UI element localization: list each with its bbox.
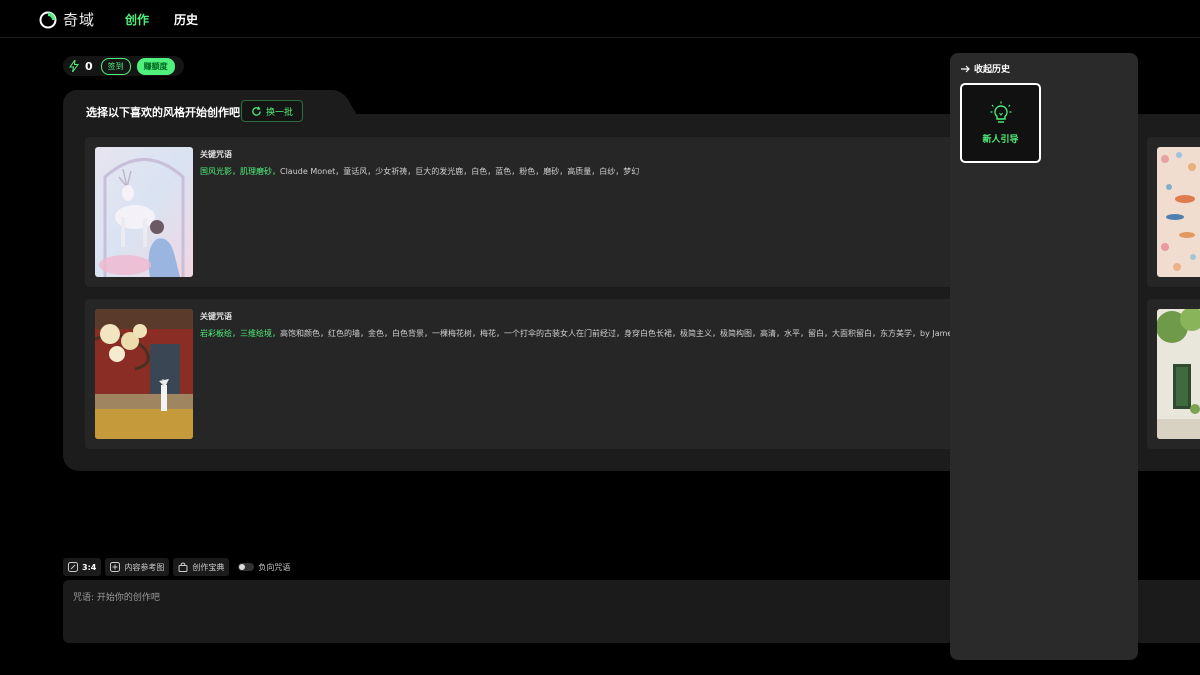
style-card[interactable]: 关键咒语 岩彩板绘，三维绘境，高饱和颜色，红色的墙，金色，白色背景，一棵梅花树，… xyxy=(85,299,983,449)
lightbulb-icon xyxy=(990,101,1011,123)
style-thumbnail-fish xyxy=(1157,147,1200,277)
negative-prompt-label: 负向咒语 xyxy=(258,562,291,572)
style-panel-title: 选择以下喜欢的风格开始创作吧 xyxy=(86,106,240,119)
checkin-button[interactable]: 签到 xyxy=(100,57,131,75)
creation-guide-label: 创作宝典 xyxy=(192,562,225,572)
collapse-history-label: 收起历史 xyxy=(974,65,1011,75)
ratio-label: 3:4 xyxy=(82,562,97,572)
newbie-guide-label: 新人引导 xyxy=(982,135,1019,145)
reference-image-button[interactable]: 内容参考图 xyxy=(105,558,170,576)
style-card-peek[interactable] xyxy=(1147,299,1200,449)
credit-count: 0 xyxy=(85,59,93,73)
add-icon xyxy=(110,562,121,572)
refresh-label: 换一批 xyxy=(265,107,293,118)
card-label: 关键咒语 xyxy=(200,312,232,321)
top-bar: 奇域 创作 历史 xyxy=(0,0,1200,38)
style-card[interactable]: 关键咒语 国风光影，肌理磨砂，Claude Monet，童话风，少女祈祷，巨大的… xyxy=(85,137,955,287)
card-label: 关键咒语 xyxy=(200,150,232,159)
refresh-button[interactable]: 换一批 xyxy=(241,100,303,122)
negative-prompt-toggle[interactable]: 负向咒语 xyxy=(233,558,295,576)
style-thumbnail-plum-blossom xyxy=(95,309,193,439)
logo-text: 奇域 xyxy=(63,11,96,29)
newbie-guide-card[interactable]: 新人引导 xyxy=(960,83,1041,163)
credit-pill: 0 签到 赚额度 xyxy=(63,56,184,76)
history-drawer: 收起历史 新人引导 xyxy=(950,53,1138,660)
style-thumbnail-deer xyxy=(95,147,193,277)
nav-history[interactable]: 历史 xyxy=(174,11,198,28)
creation-guide-button[interactable]: 创作宝典 xyxy=(173,558,230,576)
card-prompt-highlight: 岩彩板绘，三维绘境， xyxy=(200,329,280,338)
card-prompt: 国风光影，肌理磨砂，Claude Monet，童话风，少女祈祷，巨大的发光鹿，白… xyxy=(200,166,639,177)
card-prompt-text: Claude Monet，童话风，少女祈祷，巨大的发光鹿，白色，蓝色，粉色，磨砂… xyxy=(280,167,640,176)
nav-create[interactable]: 创作 xyxy=(125,11,149,28)
toggle-switch[interactable] xyxy=(238,563,255,571)
logo-icon xyxy=(39,11,57,28)
earn-credits-button[interactable]: 赚额度 xyxy=(136,57,175,75)
arrow-right-icon xyxy=(961,65,970,72)
collapse-history-button[interactable]: 收起历史 xyxy=(960,62,1010,75)
reference-image-label: 内容参考图 xyxy=(124,562,165,572)
creation-toolbar: 3:4 内容参考图 创作宝典 负向咒语 xyxy=(63,558,295,576)
style-card-peek[interactable] xyxy=(1147,137,1200,287)
bag-icon xyxy=(178,562,188,572)
style-thumbnail-window xyxy=(1157,309,1200,439)
card-prompt-text: 高饱和颜色，红色的墙，金色，白色背景，一棵梅花树，梅花，一个打伞的古装女人在门前… xyxy=(280,329,984,338)
card-prompt: 岩彩板绘，三维绘境，高饱和颜色，红色的墙，金色，白色背景，一棵梅花树，梅花，一个… xyxy=(200,328,983,339)
card-prompt-highlight: 国风光影，肌理磨砂， xyxy=(200,167,280,176)
ratio-icon xyxy=(68,562,78,572)
ratio-selector[interactable]: 3:4 xyxy=(63,558,102,576)
logo[interactable]: 奇域 xyxy=(39,9,95,30)
refresh-icon xyxy=(252,105,261,116)
lightning-icon xyxy=(69,60,79,72)
